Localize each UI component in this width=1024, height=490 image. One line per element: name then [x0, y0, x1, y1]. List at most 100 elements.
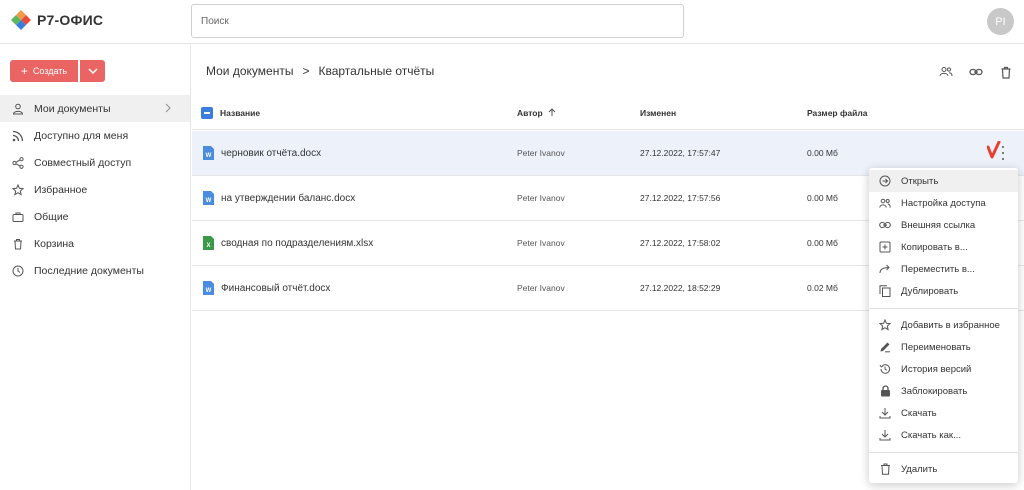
menu-item-duplicate[interactable]: Дублировать	[869, 280, 1018, 302]
create-dropdown-button[interactable]	[80, 60, 105, 82]
file-size: 0.00 Мб	[807, 238, 838, 248]
svg-text:X: X	[206, 243, 210, 249]
folder-sharing-button[interactable]	[931, 63, 961, 81]
file-size: 0.02 Мб	[807, 283, 838, 293]
svg-text:W: W	[206, 198, 212, 204]
move-icon	[879, 263, 891, 275]
sidebar-item-trash[interactable]: Корзина	[0, 230, 190, 257]
column-name[interactable]: Название	[220, 108, 260, 118]
menu-item-label: Добавить в избранное	[901, 319, 1000, 331]
file-author: Peter Ivanov	[517, 283, 565, 293]
sidebar-nav: Мои документы Доступно для меня Совместн…	[0, 95, 190, 284]
svg-text:W: W	[206, 153, 212, 159]
sidebar-item-label: Доступно для меня	[34, 129, 129, 142]
menu-item-rename[interactable]: Переименовать	[869, 336, 1018, 358]
sidebar-item-my-documents[interactable]: Мои документы	[0, 95, 190, 122]
column-size[interactable]: Размер файла	[807, 108, 868, 118]
create-button[interactable]: + Создать	[10, 60, 78, 82]
sidebar-item-shared-with-me[interactable]: Доступно для меня	[0, 122, 190, 149]
sidebar-item-common[interactable]: Общие	[0, 203, 190, 230]
breadcrumb-parent[interactable]: Мои документы	[206, 64, 293, 78]
file-author: Peter Ivanov	[517, 193, 565, 203]
menu-item-label: Удалить	[901, 463, 938, 475]
menu-item-label: Внешняя ссылка	[901, 219, 976, 231]
download-as-icon	[879, 429, 891, 441]
row-actions-button[interactable]	[1000, 146, 1006, 160]
menu-item-download[interactable]: Скачать	[869, 402, 1018, 424]
docx-file-icon: W	[203, 281, 214, 295]
menu-item-version-history[interactable]: История версий	[869, 358, 1018, 380]
menu-item-download-as[interactable]: Скачать как...	[869, 424, 1018, 446]
menu-item-lock[interactable]: Заблокировать	[869, 380, 1018, 402]
open-icon	[879, 175, 891, 187]
app-logo[interactable]: Р7-ОФИС	[10, 9, 103, 31]
sidebar-item-label: Мои документы	[34, 102, 111, 115]
sidebar-item-recent[interactable]: Последние документы	[0, 257, 190, 284]
duplicate-icon	[879, 285, 891, 297]
menu-item-label: Переименовать	[901, 341, 971, 353]
menu-item-open[interactable]: Открыть	[869, 170, 1018, 192]
search-input[interactable]	[191, 4, 684, 38]
column-modified[interactable]: Изменен	[640, 108, 676, 118]
avatar[interactable]: PI	[987, 8, 1014, 35]
file-modified: 27.12.2022, 17:57:56	[640, 193, 721, 203]
menu-divider	[869, 452, 1018, 453]
menu-item-label: Открыть	[901, 175, 939, 187]
sidebar-item-shared-access[interactable]: Совместный доступ	[0, 149, 190, 176]
clock-icon	[11, 264, 25, 278]
rss-icon	[11, 129, 25, 143]
app-header: Р7-ОФИС PI	[0, 0, 1024, 44]
xlsx-file-icon: X	[203, 236, 214, 250]
file-modified: 27.12.2022, 17:58:02	[640, 238, 721, 248]
share-icon	[11, 156, 25, 170]
menu-item-label: Дублировать	[901, 285, 959, 297]
user-icon	[11, 102, 25, 116]
select-all-checkbox[interactable]	[201, 107, 213, 119]
link-icon	[969, 68, 983, 76]
menu-item-move-to[interactable]: Переместить в...	[869, 258, 1018, 280]
menu-item-label: Переместить в...	[901, 263, 975, 275]
download-icon	[879, 407, 891, 419]
menu-item-copy-to[interactable]: Копировать в...	[869, 236, 1018, 258]
column-author-label: Автор	[517, 108, 543, 118]
briefcase-icon	[11, 210, 25, 224]
people-icon	[879, 197, 891, 209]
file-modified: 27.12.2022, 17:57:47	[640, 148, 721, 158]
sidebar-item-label: Совместный доступ	[34, 156, 132, 169]
star-icon	[11, 183, 25, 197]
sidebar-item-label: Корзина	[34, 237, 74, 250]
sidebar-item-label: Избранное	[34, 183, 88, 196]
menu-item-label: Настройка доступа	[901, 197, 986, 209]
file-size: 0.00 Мб	[807, 193, 838, 203]
file-name: черновик отчёта.docx	[221, 148, 322, 159]
menu-item-delete[interactable]: Удалить	[869, 458, 1018, 480]
menu-item-label: Скачать	[901, 407, 937, 419]
file-name: на утверждении баланс.docx	[221, 193, 356, 204]
menu-item-label: Копировать в...	[901, 241, 968, 253]
breadcrumb-current: Квартальные отчёты	[318, 64, 435, 78]
menu-item-label: Скачать как...	[901, 429, 961, 441]
trash-icon	[11, 237, 25, 251]
menu-item-label: История версий	[901, 363, 972, 375]
file-author: Peter Ivanov	[517, 238, 565, 248]
history-icon	[879, 363, 891, 375]
create-button-label: Создать	[32, 66, 68, 76]
sidebar-item-label: Последние документы	[34, 264, 144, 277]
sidebar-item-favorites[interactable]: Избранное	[0, 176, 190, 203]
file-modified: 27.12.2022, 18:52:29	[640, 283, 721, 293]
sort-arrow-up-icon	[548, 108, 556, 116]
svg-text:W: W	[206, 288, 212, 294]
chevron-down-icon	[87, 68, 98, 74]
copy-to-icon	[879, 241, 891, 253]
pencil-icon	[879, 341, 891, 353]
file-name: Финансовый отчёт.docx	[221, 283, 331, 294]
column-author[interactable]: Автор	[517, 108, 556, 118]
folder-delete-button[interactable]	[991, 63, 1021, 81]
folder-actions	[931, 63, 1021, 81]
menu-item-add-favorite[interactable]: Добавить в избранное	[869, 314, 1018, 336]
menu-item-sharing-settings[interactable]: Настройка доступа	[869, 192, 1018, 214]
sidebar-item-label: Общие	[34, 210, 69, 223]
menu-item-external-link[interactable]: Внешняя ссылка	[869, 214, 1018, 236]
sidebar: + Создать Мои документы Доступно для мен…	[0, 45, 191, 490]
folder-link-button[interactable]	[961, 63, 991, 81]
